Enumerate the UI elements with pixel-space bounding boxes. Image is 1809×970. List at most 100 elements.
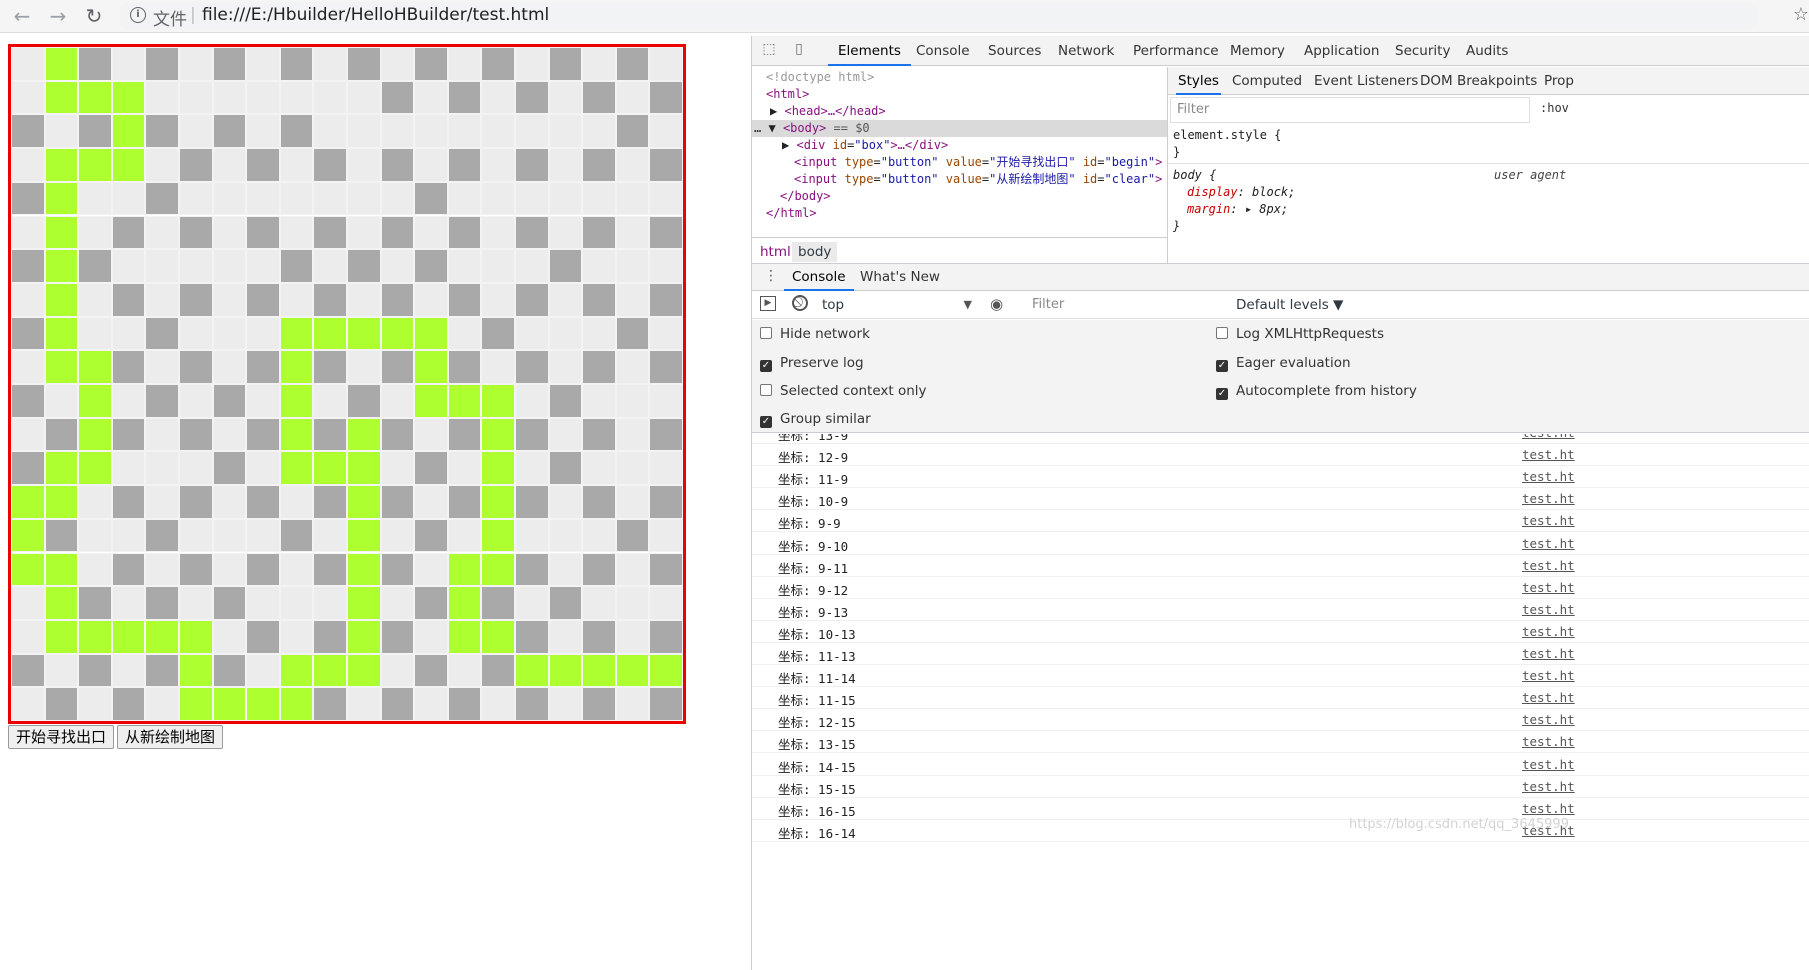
body-close-line[interactable]: </body> xyxy=(780,188,831,205)
console-source-link[interactable]: test.ht xyxy=(1522,536,1575,551)
forward-icon[interactable]: → xyxy=(46,4,70,28)
console-filter-input[interactable]: Filter xyxy=(1024,294,1224,316)
element-style-rule[interactable]: element.style { } xyxy=(1173,127,1281,161)
context-selector[interactable]: top ▼ xyxy=(822,294,972,316)
tab-security[interactable]: Security xyxy=(1395,36,1450,66)
checkbox[interactable] xyxy=(760,384,772,396)
back-icon[interactable]: ← xyxy=(10,4,34,28)
body-line[interactable]: … ▼ <body> == $0 xyxy=(752,120,1167,137)
eye-icon[interactable]: ◉ xyxy=(990,295,1003,313)
tab-memory[interactable]: Memory xyxy=(1230,36,1285,66)
setting-preserve-log[interactable]: ✓ Preserve log xyxy=(760,353,864,373)
maze-wall-cell xyxy=(582,417,616,452)
console-source-link[interactable]: test.ht xyxy=(1522,491,1575,506)
hov-toggle[interactable]: :hov xyxy=(1540,101,1569,115)
maze-path-cell xyxy=(313,114,347,149)
drawer-menu-icon[interactable]: ⋮ xyxy=(764,268,778,284)
colon: : xyxy=(1237,185,1253,199)
tab-event-listeners[interactable]: Event Listeners xyxy=(1314,67,1418,95)
log-levels-dropdown[interactable]: Default levels ▼ xyxy=(1236,294,1343,316)
tab-performance[interactable]: Performance xyxy=(1133,36,1219,66)
maze-wall-cell xyxy=(548,384,583,418)
maze-path-cell xyxy=(212,316,247,351)
tab-application[interactable]: Application xyxy=(1304,36,1379,66)
maze-route-cell xyxy=(347,518,381,553)
maze-path-cell xyxy=(347,181,381,216)
checkbox[interactable] xyxy=(1216,327,1228,339)
breadcrumb-body[interactable]: body xyxy=(792,242,838,262)
console-source-link[interactable]: test.ht xyxy=(1522,712,1575,727)
setting-group-similar[interactable]: ✓ Group similar xyxy=(760,409,871,429)
console-source-link[interactable]: test.ht xyxy=(1522,580,1575,595)
body-rule[interactable]: body { display: block; margin: ▸ 8px; } xyxy=(1173,167,1295,235)
breadcrumb-html[interactable]: html xyxy=(754,242,797,262)
div-box-line[interactable]: ▶ <div id="box">…</div> xyxy=(782,137,948,154)
console-source-link[interactable]: test.ht xyxy=(1522,734,1575,749)
setting-eager-eval[interactable]: ✓ Eager evaluation xyxy=(1216,353,1351,373)
address-bar[interactable]: i 文件 | file:///E:/Hbuilder/HelloHBuilder… xyxy=(118,2,1758,30)
begin-button[interactable]: 开始寻找出口 xyxy=(8,725,115,749)
input-clear-line[interactable]: <input type="button" value="从新绘制地图" id="… xyxy=(794,171,1162,188)
tab-audits[interactable]: Audits xyxy=(1466,36,1508,66)
console-source-link[interactable]: test.ht xyxy=(1522,624,1575,639)
checkbox-checked[interactable]: ✓ xyxy=(760,416,772,428)
inspect-element-icon[interactable]: ⬚ xyxy=(760,41,778,59)
console-source-link[interactable]: test.ht xyxy=(1522,513,1575,528)
console-source-link[interactable]: test.ht xyxy=(1522,757,1575,772)
expand-arrow-icon[interactable]: ▶ xyxy=(782,138,789,152)
setting-log-xhr[interactable]: Log XMLHttpRequests xyxy=(1216,324,1384,344)
device-toolbar-icon[interactable]: ▯ xyxy=(790,41,808,59)
console-source-link[interactable]: test.ht xyxy=(1522,602,1575,617)
maze-path-cell xyxy=(515,451,549,486)
console-source-link[interactable]: test.ht xyxy=(1522,668,1575,683)
checkbox[interactable] xyxy=(760,327,772,339)
console-source-link[interactable]: test.ht xyxy=(1522,690,1575,705)
maze-path-cell xyxy=(212,619,247,654)
console-source-link[interactable]: test.ht xyxy=(1522,646,1575,661)
tab-elements[interactable]: Elements xyxy=(828,36,911,66)
tab-dom-breakpoints[interactable]: DOM Breakpoints xyxy=(1420,67,1537,95)
url-text[interactable]: file:///E:/Hbuilder/HelloHBuilder/test.h… xyxy=(202,5,549,25)
console-source-link[interactable]: test.ht xyxy=(1522,801,1575,816)
drawer-tab-console[interactable]: Console xyxy=(784,264,854,291)
reload-icon[interactable]: ↻ xyxy=(82,4,106,28)
tab-properties[interactable]: Prop xyxy=(1544,67,1574,95)
console-source-link[interactable]: test.ht xyxy=(1522,558,1575,573)
maze-path-cell xyxy=(212,181,247,216)
tab-computed[interactable]: Computed xyxy=(1232,67,1302,95)
maze-path-cell xyxy=(615,687,650,721)
checkbox-checked[interactable]: ✓ xyxy=(1216,360,1228,372)
console-log: 坐标: 13-9 test.ht 坐标: 12-9 test.ht 坐标: 11-9 te… xyxy=(752,434,1809,970)
tab-network[interactable]: Network xyxy=(1058,36,1114,66)
setting-selected-context[interactable]: Selected context only xyxy=(760,381,927,401)
setting-autocomplete[interactable]: ✓ Autocomplete from history xyxy=(1216,381,1417,401)
drawer-tab-whats-new[interactable]: What's New xyxy=(860,264,940,291)
clear-console-icon[interactable]: ⃠ xyxy=(792,295,808,311)
console-source-link[interactable]: test.ht xyxy=(1522,779,1575,794)
head-line[interactable]: ▶ <head>…</head> xyxy=(770,103,886,120)
html-open-line[interactable]: <html> xyxy=(766,86,809,103)
tab-styles[interactable]: Styles xyxy=(1176,67,1221,95)
input-begin-line[interactable]: <input type="button" value="开始寻找出口" id="… xyxy=(794,154,1162,171)
doctype-line[interactable]: <!doctype html> xyxy=(766,69,874,86)
expand-arrow-icon[interactable]: ▸ xyxy=(1245,202,1252,216)
collapse-arrow-icon[interactable]: ▼ xyxy=(768,121,775,135)
tab-console[interactable]: Console xyxy=(916,36,970,66)
checkbox-checked[interactable]: ✓ xyxy=(760,360,772,372)
bookmark-star-icon[interactable]: ☆ xyxy=(1793,4,1809,25)
more-icon[interactable]: … xyxy=(754,121,761,135)
maze-wall-cell xyxy=(145,47,179,81)
styles-filter-input[interactable]: Filter xyxy=(1170,97,1530,123)
console-source-link[interactable]: test.ht xyxy=(1522,469,1575,484)
tab-sources[interactable]: Sources xyxy=(988,36,1041,66)
value-value: "开始寻找出口" xyxy=(989,155,1076,169)
setting-hide-network[interactable]: Hide network xyxy=(760,324,870,344)
checkbox-checked[interactable]: ✓ xyxy=(1216,388,1228,400)
console-source-link[interactable]: test.ht xyxy=(1522,447,1575,462)
expand-arrow-icon[interactable]: ▶ xyxy=(770,104,777,118)
console-source-link[interactable]: test.ht xyxy=(1522,434,1575,440)
html-close-line[interactable]: </html> xyxy=(766,205,817,222)
info-icon[interactable]: i xyxy=(130,7,146,23)
clear-button[interactable]: 从新绘制地图 xyxy=(117,725,224,749)
sidebar-toggle-icon[interactable]: ▶ xyxy=(760,296,776,311)
